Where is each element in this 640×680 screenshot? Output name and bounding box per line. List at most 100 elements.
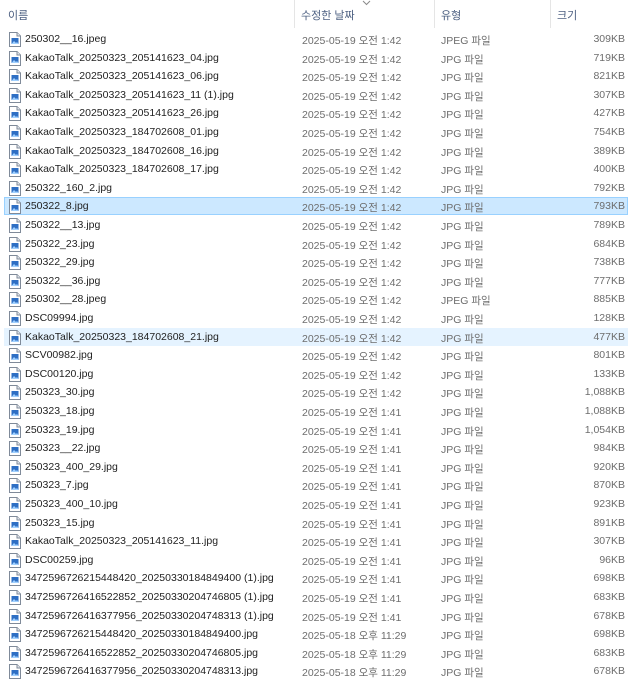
file-row[interactable]: 250323__22.jpg 2025-05-19 오전 1:41 JPG 파일 98…: [4, 439, 628, 457]
file-row[interactable]: 250323_30.jpg 2025-05-19 오전 1:42 JPG 파일 1,0…: [4, 383, 628, 401]
file-name: KakaoTalk_20250323_205141623_04.jpg: [25, 51, 219, 64]
file-row[interactable]: 250322__36.jpg 2025-05-19 오전 1:42 JPG 파일 77…: [4, 272, 628, 290]
file-row[interactable]: 3472596726416377956_20250330204748313 (1…: [4, 607, 628, 625]
file-modified-date: 2025-05-19 오전 1:41: [302, 518, 402, 531]
file-modified-date: 2025-05-19 오전 1:42: [302, 295, 402, 308]
file-row[interactable]: 250302__16.jpeg 2025-05-19 오전 1:42 JPEG 파일…: [4, 30, 628, 48]
file-row[interactable]: 3472596726416377956_20250330204748313.jp…: [4, 662, 628, 680]
file-row[interactable]: KakaoTalk_20250323_205141623_11 (1).jpg 2…: [4, 86, 628, 104]
file-row[interactable]: 250322__13.jpg 2025-05-19 오전 1:42 JPG 파일 78…: [4, 216, 628, 234]
file-size: 738KB: [593, 256, 625, 269]
file-size: 128KB: [593, 312, 625, 324]
file-row[interactable]: 3472596726416522852_20250330204746805.jp…: [4, 644, 628, 662]
file-size: 793KB: [593, 200, 625, 213]
file-row[interactable]: 3472596726416522852_20250330204746805 (1…: [4, 588, 628, 606]
file-size: 96KB: [599, 553, 625, 566]
column-divider[interactable]: [294, 0, 295, 28]
file-type: JPG 파일: [441, 500, 484, 512]
file-size: 307KB: [593, 88, 625, 101]
file-name: 347259672621544842​0_20250330184849400 (…: [25, 572, 274, 585]
file-type: JPG 파일: [441, 481, 484, 494]
file-type: JPG 파일: [441, 221, 484, 233]
file-size: 1,054KB: [584, 423, 625, 436]
file-row[interactable]: KakaoTalk_20250323_184702608_21.jpg 2025-…: [4, 327, 628, 346]
file-modified-date: 2025-05-19 오전 1:42: [302, 183, 402, 196]
file-type: JPG 파일: [441, 388, 484, 401]
image-file-icon: [9, 459, 21, 475]
file-size: 792KB: [593, 181, 625, 194]
column-divider[interactable]: [550, 0, 551, 28]
file-modified-date: 2025-05-19 오전 1:42: [302, 239, 402, 252]
file-type: JPG 파일: [441, 407, 484, 419]
file-row[interactable]: KakaoTalk_20250323_205141623_26.jpg 2025-…: [4, 104, 628, 122]
image-file-icon: [9, 366, 21, 382]
file-row[interactable]: KakaoTalk_20250323_184702608_17.jpg 2025-…: [4, 160, 628, 178]
file-name: 250322_160_2.jpg: [25, 181, 113, 194]
file-name: DSC09994.jpg: [25, 312, 94, 324]
column-header-name[interactable]: 이름: [8, 7, 28, 23]
file-size: 427KB: [593, 107, 625, 120]
file-name: KakaoTalk_20250323_184702608_16.jpg: [25, 144, 219, 157]
file-modified-date: 2025-05-19 오전 1:42: [302, 221, 402, 233]
file-type: JPG 파일: [441, 109, 484, 122]
file-size: 389KB: [593, 144, 625, 157]
file-row[interactable]: 250302__28.jpeg 2025-05-19 오전 1:42 JPEG 파일…: [4, 290, 628, 308]
file-row[interactable]: 250323_7.jpg 2025-05-19 오전 1:41 JPG 파일 870K…: [4, 476, 628, 494]
file-row[interactable]: 250322_29.jpg 2025-05-19 오전 1:42 JPG 파일 738…: [4, 253, 628, 271]
file-modified-date: 2025-05-19 오전 1:41: [302, 574, 402, 587]
file-size: 678KB: [593, 609, 625, 622]
file-row[interactable]: DSC00120.jpg 2025-05-19 오전 1:42 JPG 파일 133K…: [4, 365, 628, 383]
file-type: JPG 파일: [441, 667, 484, 680]
file-row[interactable]: 250323_15.jpg 2025-05-19 오전 1:41 JPG 파일 891…: [4, 514, 628, 532]
image-file-icon: [9, 608, 21, 624]
file-row[interactable]: 347259672621544842​0_20250330184849400 (…: [4, 569, 628, 587]
file-name: 250302__28.jpeg: [25, 293, 107, 306]
file-modified-date: 2025-05-19 오전 1:41: [302, 481, 402, 494]
file-size: 698KB: [593, 628, 625, 641]
file-modified-date: 2025-05-19 오전 1:42: [302, 90, 402, 103]
file-row[interactable]: KakaoTalk_20250323_205141623_11.jpg 2025-…: [4, 532, 628, 550]
file-row[interactable]: 250323_18.jpg 2025-05-19 오전 1:41 JPG 파일 1,0…: [4, 402, 628, 420]
file-row[interactable]: 250322_8.jpg 2025-05-19 오전 1:42 JPG 파일 793K…: [4, 197, 628, 216]
file-type: JPG 파일: [441, 276, 484, 289]
file-type: JPG 파일: [441, 239, 484, 252]
image-file-icon: [9, 627, 21, 643]
column-divider[interactable]: [434, 0, 435, 28]
file-row[interactable]: 250323_400_29.jpg 2025-05-19 오전 1:41 JPG 파…: [4, 458, 628, 476]
sort-descending-icon: [362, 0, 371, 6]
file-size: 789KB: [593, 219, 625, 231]
file-type: JPEG 파일: [441, 295, 491, 308]
file-size: 683KB: [593, 646, 625, 659]
file-row[interactable]: KakaoTalk_20250323_205141623_04.jpg 2025-…: [4, 49, 628, 67]
file-row[interactable]: KakaoTalk_20250323_184702608_01.jpg 2025-…: [4, 123, 628, 141]
column-header-type[interactable]: 유형: [441, 7, 461, 23]
file-row[interactable]: 250322_160_2.jpg 2025-05-19 오전 1:42 JPG 파일…: [4, 179, 628, 197]
file-row[interactable]: KakaoTalk_20250323_184702608_16.jpg 2025-…: [4, 142, 628, 160]
column-header-date[interactable]: 수정한 날짜: [301, 7, 355, 23]
file-type: JPG 파일: [441, 593, 484, 605]
image-file-icon: [9, 571, 21, 587]
image-file-icon: [9, 552, 21, 568]
file-row[interactable]: DSC09994.jpg 2025-05-19 오전 1:42 JPG 파일 128K…: [4, 309, 628, 327]
file-modified-date: 2025-05-19 오전 1:42: [302, 165, 402, 178]
image-file-icon: [9, 162, 21, 178]
file-modified-date: 2025-05-19 오전 1:41: [302, 407, 402, 419]
file-type: JPEG 파일: [441, 35, 491, 47]
file-size: 821KB: [593, 70, 625, 83]
file-row[interactable]: 250323_19.jpg 2025-05-19 오전 1:41 JPG 파일 1,0…: [4, 421, 628, 439]
file-modified-date: 2025-05-19 오전 1:41: [302, 444, 402, 457]
file-row[interactable]: 250322_23.jpg 2025-05-19 오전 1:42 JPG 파일 684…: [4, 235, 628, 253]
file-type: JPG 파일: [441, 518, 484, 531]
column-header-size[interactable]: 크기: [557, 7, 577, 23]
file-row[interactable]: 3472596726215448420_20250330184849400.jp…: [4, 625, 628, 643]
file-row[interactable]: SCV00982.jpg 2025-05-19 오전 1:42 JPG 파일 801K…: [4, 346, 628, 364]
file-size: 923KB: [593, 498, 625, 510]
file-row[interactable]: DSC00259.jpg 2025-05-19 오전 1:41 JPG 파일 96KB: [4, 551, 628, 569]
file-modified-date: 2025-05-19 오전 1:42: [302, 128, 402, 140]
file-row[interactable]: KakaoTalk_20250323_205141623_06.jpg 2025-…: [4, 67, 628, 85]
file-size: 891KB: [593, 516, 625, 529]
file-row[interactable]: 250323_400_10.jpg 2025-05-19 오전 1:41 JPG 파…: [4, 495, 628, 513]
file-type: JPG 파일: [441, 128, 484, 140]
file-modified-date: 2025-05-19 오전 1:42: [302, 351, 402, 364]
file-name: 250322__36.jpg: [25, 274, 101, 287]
